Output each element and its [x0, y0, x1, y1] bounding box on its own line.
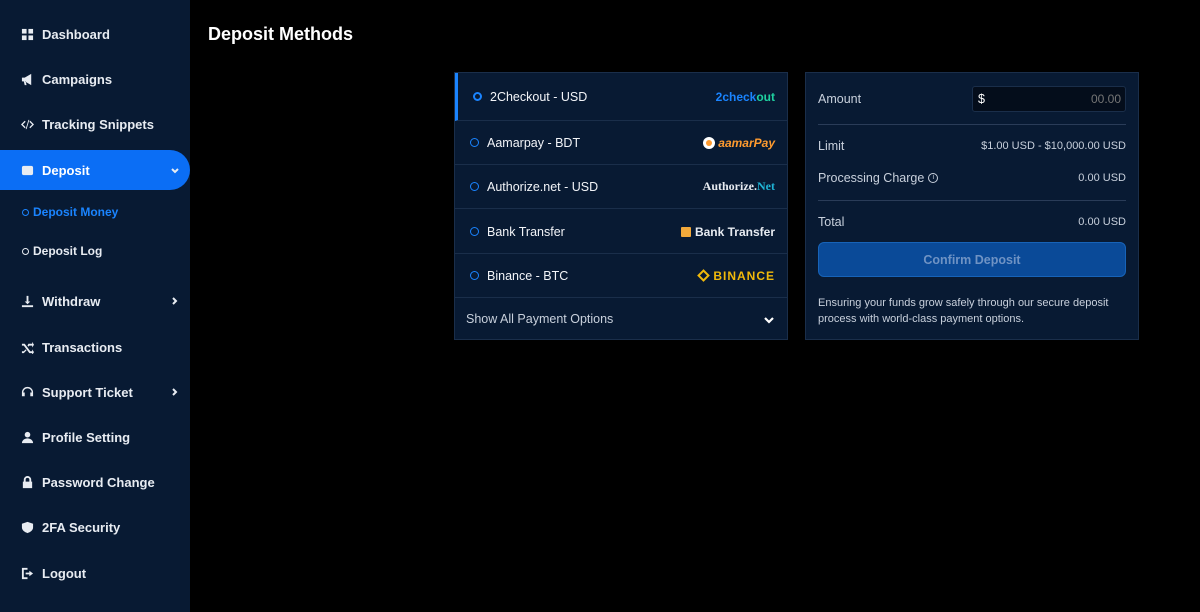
sidebar-item-label: Dashboard: [42, 26, 110, 42]
sidebar-item-label: Logout: [42, 565, 87, 581]
method-label: Bank Transfer: [487, 224, 565, 239]
deposit-methods-list: 2Checkout - USD 2check out Aamarpay - BDT…: [454, 72, 788, 340]
headset-icon: [20, 385, 34, 399]
sidebar-item-logout[interactable]: Logout: [0, 553, 190, 593]
dashboard-icon: [20, 27, 34, 41]
sidebar-item-dashboard[interactable]: Dashboard: [0, 14, 190, 54]
aamarpay-mark-icon: [703, 136, 716, 149]
bank-icon: [680, 226, 691, 237]
sidebar-item-password-change[interactable]: Password Change: [0, 462, 190, 502]
sidebar-item-deposit[interactable]: Deposit: [0, 150, 190, 190]
radio-selected-icon[interactable]: [473, 92, 482, 101]
sidebar-subitem-label: Deposit Log: [33, 244, 103, 258]
sidebar-item-transactions[interactable]: Transactions: [0, 327, 190, 367]
total-label: Total: [818, 215, 845, 229]
chevron-down-icon: [170, 164, 180, 174]
sidebar-item-label: Tracking Snippets: [42, 116, 154, 132]
method-label: Authorize.net - USD: [487, 179, 599, 194]
logo-text: 2check: [715, 89, 757, 104]
amount-input[interactable]: [993, 90, 1121, 108]
processing-charge-row: Processing Charge i 0.00 USD: [818, 171, 1126, 185]
method-label: Binance - BTC: [487, 268, 569, 283]
deposit-summary: Amount $ Limit $1.00 USD - $10,000.00 US…: [805, 72, 1139, 340]
show-all-label: Show All Payment Options: [466, 312, 614, 326]
sidebar-item-label: Profile Setting: [42, 429, 131, 445]
radio-icon[interactable]: [470, 138, 479, 147]
sidebar-item-profile-setting[interactable]: Profile Setting: [0, 417, 190, 457]
bullet-icon: [22, 247, 29, 255]
logo-text: aamarPay: [718, 135, 775, 150]
binance-mark-icon: [697, 269, 711, 282]
limit-value: $1.00 USD - $10,000.00 USD: [981, 140, 1126, 152]
sidebar-item-tracking-snippets[interactable]: Tracking Snippets: [0, 104, 190, 144]
withdraw-icon: [20, 294, 34, 308]
total-value: 0.00 USD: [1078, 216, 1126, 228]
lock-icon: [20, 475, 34, 489]
logout-icon: [20, 566, 34, 580]
sidebar-subitem-label: Deposit Money: [33, 205, 119, 219]
logo-text: Bank Transfer: [694, 224, 775, 239]
shuffle-icon: [20, 340, 34, 354]
binance-logo: BINANCE: [697, 268, 775, 283]
authorize-net-logo: Authorize. Net: [703, 179, 775, 194]
sidebar-item-label: Campaigns: [42, 71, 113, 87]
method-2checkout[interactable]: 2Checkout - USD 2check out: [455, 73, 787, 121]
sidebar-subitem-deposit-log[interactable]: Deposit Log: [22, 241, 102, 261]
security-note: Ensuring your funds grow safely through …: [818, 297, 1109, 325]
aamarpay-logo: aamarPay: [703, 136, 775, 150]
method-bank-transfer[interactable]: Bank Transfer Bank Transfer: [455, 210, 787, 254]
chevron-right-icon: [170, 294, 180, 305]
sidebar-item-label: Password Change: [42, 474, 155, 490]
processing-charge-label: Processing Charge: [818, 171, 925, 185]
chevron-down-icon: [763, 313, 775, 325]
confirm-deposit-button[interactable]: Confirm Deposit: [818, 242, 1126, 277]
sidebar-item-label: Support Ticket: [42, 384, 133, 400]
bullet-icon: [22, 208, 29, 216]
method-label: 2Checkout - USD: [490, 89, 588, 104]
amount-field[interactable]: $: [972, 86, 1126, 112]
logo-text: Net: [757, 179, 775, 193]
sidebar-item-label: Deposit: [42, 162, 90, 178]
sidebar-item-label: Transactions: [42, 339, 123, 355]
logo-text: out: [756, 89, 775, 104]
wallet-icon: [20, 163, 34, 177]
currency-symbol: $: [978, 92, 985, 106]
logo-text: Authorize.: [702, 179, 757, 193]
sidebar-item-label: Withdraw: [42, 293, 101, 309]
method-aamarpay[interactable]: Aamarpay - BDT aamarPay: [455, 121, 787, 165]
megaphone-icon: [20, 72, 34, 86]
radio-icon[interactable]: [470, 271, 479, 280]
radio-icon[interactable]: [470, 182, 479, 191]
divider: [818, 200, 1126, 201]
limit-row: Limit $1.00 USD - $10,000.00 USD: [818, 139, 1126, 153]
user-icon: [20, 430, 34, 444]
radio-icon[interactable]: [470, 227, 479, 236]
sidebar-item-2fa-security[interactable]: 2FA Security: [0, 507, 190, 547]
show-all-payment-options[interactable]: Show All Payment Options: [455, 299, 787, 339]
divider: [818, 124, 1126, 125]
limit-label: Limit: [818, 139, 845, 153]
total-row: Total 0.00 USD: [818, 215, 1126, 229]
bank-transfer-logo: Bank Transfer: [680, 224, 775, 239]
sidebar: Dashboard Campaigns Tracking Snippets De…: [0, 0, 190, 612]
code-icon: [20, 117, 34, 131]
chevron-right-icon: [170, 385, 180, 396]
page-title: Deposit Methods: [208, 24, 354, 44]
2checkout-logo: 2check out: [716, 90, 775, 104]
shield-icon: [20, 520, 34, 534]
method-binance[interactable]: Binance - BTC BINANCE: [455, 254, 787, 298]
info-icon[interactable]: i: [928, 172, 939, 183]
sidebar-subitem-deposit-money[interactable]: Deposit Money: [22, 202, 118, 222]
logo-text: BINANCE: [713, 268, 775, 283]
processing-charge-value: 0.00 USD: [1078, 172, 1126, 184]
method-label: Aamarpay - BDT: [487, 135, 581, 150]
sidebar-item-campaigns[interactable]: Campaigns: [0, 59, 190, 99]
sidebar-item-withdraw[interactable]: Withdraw: [0, 281, 190, 321]
sidebar-item-support-ticket[interactable]: Support Ticket: [0, 372, 190, 412]
method-authorize-net[interactable]: Authorize.net - USD Authorize. Net: [455, 165, 787, 209]
sidebar-item-label: 2FA Security: [42, 519, 121, 535]
